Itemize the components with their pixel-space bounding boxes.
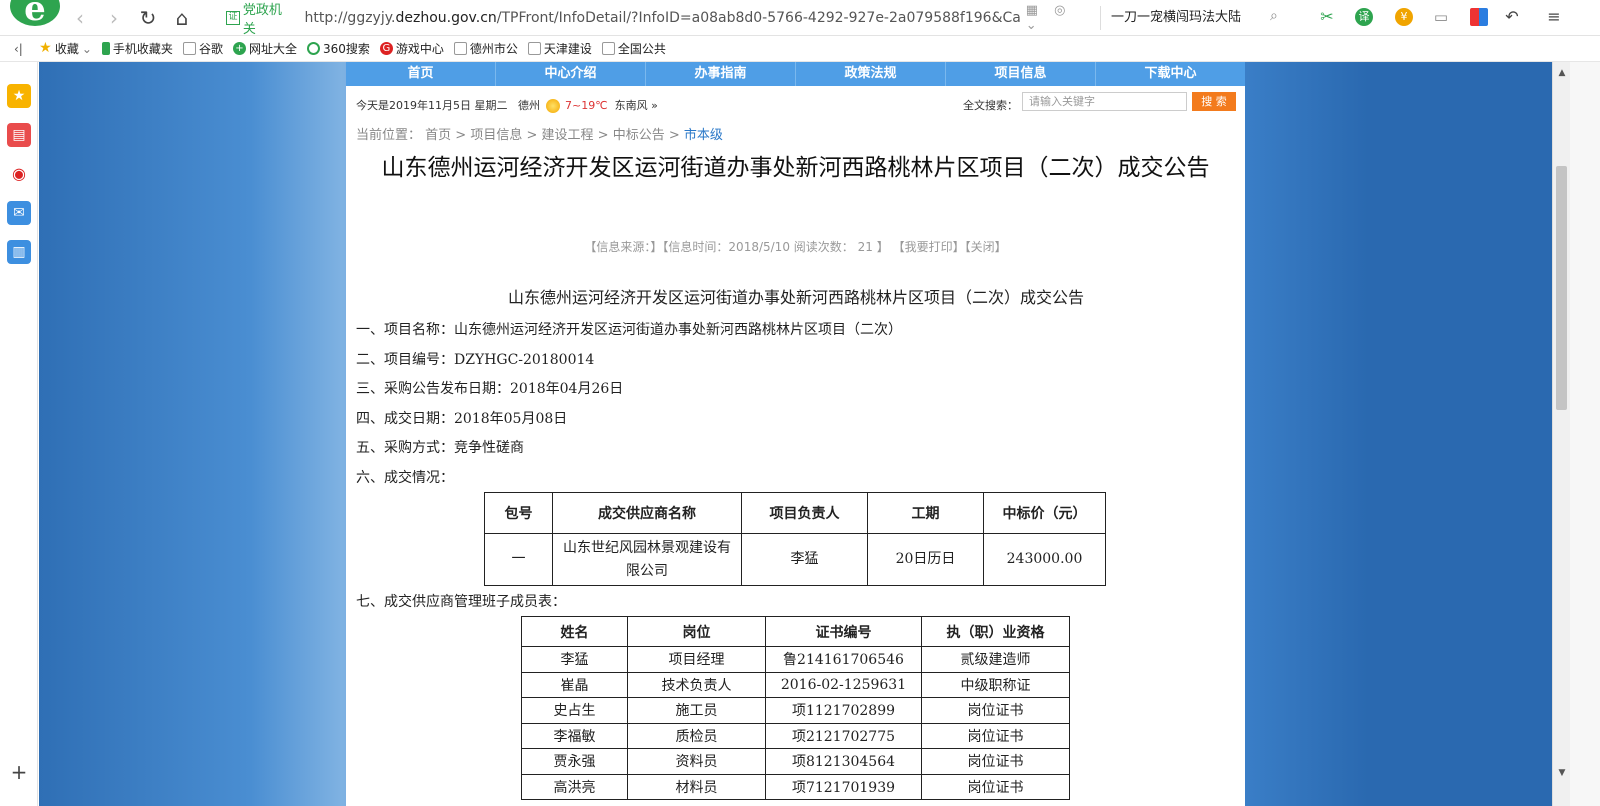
close-link[interactable]: 【关闭】 — [965, 240, 1007, 254]
table-row: 李福敏 质检员 项2121702775 岗位证书 — [521, 722, 1070, 749]
sun-icon — [545, 99, 560, 113]
sidebar-toggle-icon[interactable]: ‹| — [14, 42, 23, 56]
add-icon[interactable]: + — [7, 760, 31, 784]
apps-icon[interactable] — [1470, 8, 1488, 26]
page-icon — [527, 42, 541, 55]
table-row: 李猛 项目经理 鲁214161706546 贰级建造师 — [521, 646, 1070, 673]
coin-icon[interactable]: ¥ — [1395, 8, 1413, 26]
page-title: 山东德州运河经济开发区运河街道办事处新河西路桃林片区项目（二次）成交公告 — [381, 155, 1210, 181]
bookmark-favorites[interactable]: ★ 收藏 ⌄ — [39, 40, 92, 57]
scroll-thumb[interactable] — [1556, 166, 1567, 410]
nav-about[interactable]: 中心介绍 — [496, 62, 646, 86]
nav-home[interactable]: 首页 — [346, 62, 496, 86]
breadcrumb-projects[interactable]: 项目信息 — [470, 128, 522, 143]
star-icon: ★ — [39, 40, 52, 56]
section-7: 七、成交供应商管理班子成员表： — [356, 594, 566, 610]
gov-cert-badge[interactable]: 证 党政机关 — [226, 0, 295, 37]
site-content: 首页 中心介绍 办事指南 政策法规 项目信息 下载中心 今天是2019年11月5… — [346, 62, 1245, 806]
game-icon: G — [379, 42, 393, 55]
weather-date: 今天是2019年11月5日 星期二 德州 7~19℃ 东南风 » — [356, 99, 658, 113]
field-publish-date: 三、采购公告发布日期：2018年04月26日 — [356, 381, 624, 397]
table-row: 史占生 施工员 项1121702899 岗位证书 — [521, 697, 1070, 724]
scissors-icon[interactable]: ✂ — [1318, 8, 1336, 26]
field-deal-date: 四、成交日期：2018年05月08日 — [356, 410, 568, 427]
home-icon[interactable]: ⌂ — [170, 6, 194, 30]
phone-icon — [101, 42, 110, 55]
breadcrumb-construction[interactable]: 建设工程 — [542, 128, 594, 143]
bookmark-google[interactable]: 谷歌 — [182, 40, 223, 57]
field-deal-status: 六、成交情况： — [356, 469, 454, 486]
browser-toolbar: e ‹ › ↻ ⌂ 证 党政机关 http://ggzyjy.dezhou.go… — [0, 0, 1600, 37]
nav-projects[interactable]: 项目信息 — [946, 62, 1096, 86]
article-meta: 【信息来源：】【信息时间：2018/5/10 阅读次数： 21 】 【我要打印】… — [584, 240, 1007, 254]
table-row: 一 山东世纪风园林景观建设有限公司 李猛 20日历日 243000.00 — [484, 533, 1106, 586]
address-bar-icons[interactable]: ▦ ◎ ⌄ — [1026, 3, 1098, 33]
more-arrow-icon[interactable]: » — [651, 99, 658, 112]
browser-logo-icon[interactable]: e — [10, 0, 60, 29]
weibo-icon[interactable]: ◉ — [7, 162, 31, 186]
news-icon[interactable]: ▤ — [7, 123, 31, 147]
scroll-down-icon[interactable]: ▼ — [1555, 766, 1569, 780]
image-icon[interactable]: ▭ — [1432, 8, 1450, 26]
bookmark-sites[interactable]: + 网址大全 — [232, 40, 297, 57]
bookmarks-bar: ‹| ★ 收藏 ⌄ 手机收藏夹 谷歌 + 网址大全 360搜索 G 游戏中心 德州市公… — [0, 36, 1600, 62]
right-edge-panel — [1570, 62, 1600, 806]
table-row: 崔晶 技术负责人 2016-02-1259631 中级职称证 — [521, 671, 1070, 698]
field-project-name: 一、项目名称：山东德州运河经济开发区运河街道办事处新河西路桃林片区项目（二次） — [356, 322, 902, 338]
site-nav: 首页 中心介绍 办事指南 政策法规 项目信息 下载中心 — [346, 62, 1245, 86]
menu-icon[interactable]: ≡ — [1545, 8, 1563, 26]
page-scrollbar[interactable]: ▲ ▼ — [1552, 62, 1570, 806]
breadcrumb-award[interactable]: 中标公告 — [613, 128, 665, 143]
browser-search-box[interactable]: 一刀一宠横闯玛法大陆 — [1100, 6, 1290, 30]
browser-sidebar: ★ ▤ ◉ ✉ ▥ + — [0, 62, 38, 806]
keyword-input[interactable]: 请输入关键字 — [1022, 92, 1187, 111]
back-icon[interactable]: ‹ — [68, 6, 92, 30]
chevron-down-icon: ⌄ — [81, 41, 92, 56]
search-button[interactable]: 搜 索 — [1192, 92, 1236, 111]
fulltext-label: 全文搜索： — [963, 99, 1018, 112]
article-body: 山东德州运河经济开发区运河街道办事处新河西路桃林片区项目（二次）成交公告 一、项… — [356, 284, 1236, 493]
translate-icon[interactable]: 译 — [1355, 8, 1373, 26]
team-table: 姓名 岗位 证书编号 执（职）业资格 李猛 项目经理 鲁214161706546 贰级… — [521, 616, 1070, 800]
print-link[interactable]: 【我要打印】 — [893, 240, 965, 254]
url-text[interactable]: http://ggzyjy.dezhou.gov.cn/TPFront/Info… — [305, 10, 1020, 26]
field-method: 五、采购方式：竞争性磋商 — [356, 440, 524, 456]
address-bar[interactable]: 证 党政机关 http://ggzyjy.dezhou.gov.cn/TPFro… — [226, 3, 1098, 37]
nav-policy[interactable]: 政策法规 — [796, 62, 946, 86]
table-row: 贾永强 资料员 项8121304564 岗位证书 — [521, 748, 1070, 775]
bookmark-games[interactable]: G 游戏中心 — [379, 40, 444, 57]
deal-table: 包号 成交供应商名称 项目负责人 工期 中标价（元） 一 山东世纪风园林景观建设… — [484, 492, 1106, 586]
mail-icon[interactable]: ✉ — [7, 201, 31, 225]
360-icon — [306, 42, 320, 55]
refresh-icon[interactable]: ↻ — [136, 6, 160, 30]
page-icon — [182, 42, 196, 55]
forward-icon[interactable]: › — [102, 6, 126, 30]
notes-icon[interactable]: ▥ — [7, 240, 31, 264]
breadcrumb-current[interactable]: 市本级 — [684, 128, 723, 143]
table-header-row: 姓名 岗位 证书编号 执（职）业资格 — [521, 616, 1070, 647]
undo-icon[interactable]: ↶ — [1503, 8, 1521, 26]
globe-icon: + — [232, 42, 246, 55]
search-icon[interactable]: ⌕ — [1270, 8, 1278, 24]
page-icon — [601, 42, 615, 55]
info-bar: 今天是2019年11月5日 星期二 德州 7~19℃ 东南风 » 全文搜索： 请… — [346, 86, 1245, 122]
bookmark-dezhou[interactable]: 德州市公 — [453, 40, 518, 57]
table-header-row: 包号 成交供应商名称 项目负责人 工期 中标价（元） — [484, 492, 1106, 534]
table-row: 高洪亮 材料员 项7121701939 岗位证书 — [521, 773, 1070, 800]
field-project-code: 二、项目编号：DZYHGC-20180014 — [356, 351, 595, 368]
favorites-icon[interactable]: ★ — [7, 84, 31, 108]
cert-icon: 证 — [226, 11, 240, 25]
bookmark-360[interactable]: 360搜索 — [306, 40, 370, 57]
nav-guide[interactable]: 办事指南 — [646, 62, 796, 86]
article-heading: 山东德州运河经济开发区运河街道办事处新河西路桃林片区项目（二次）成交公告 — [507, 288, 1084, 307]
bookmark-tianjin[interactable]: 天津建设 — [527, 40, 592, 57]
breadcrumb-home[interactable]: 首页 — [425, 128, 451, 143]
bookmark-national[interactable]: 全国公共 — [601, 40, 666, 57]
bookmark-mobile[interactable]: 手机收藏夹 — [101, 40, 173, 57]
page-icon — [453, 42, 467, 55]
breadcrumb: 当前位置： 首页 > 项目信息 > 建设工程 > 中标公告 > 市本级 — [356, 128, 723, 143]
page-background-right — [1245, 62, 1552, 806]
scroll-up-icon[interactable]: ▲ — [1555, 66, 1569, 80]
nav-downloads[interactable]: 下载中心 — [1096, 62, 1245, 86]
